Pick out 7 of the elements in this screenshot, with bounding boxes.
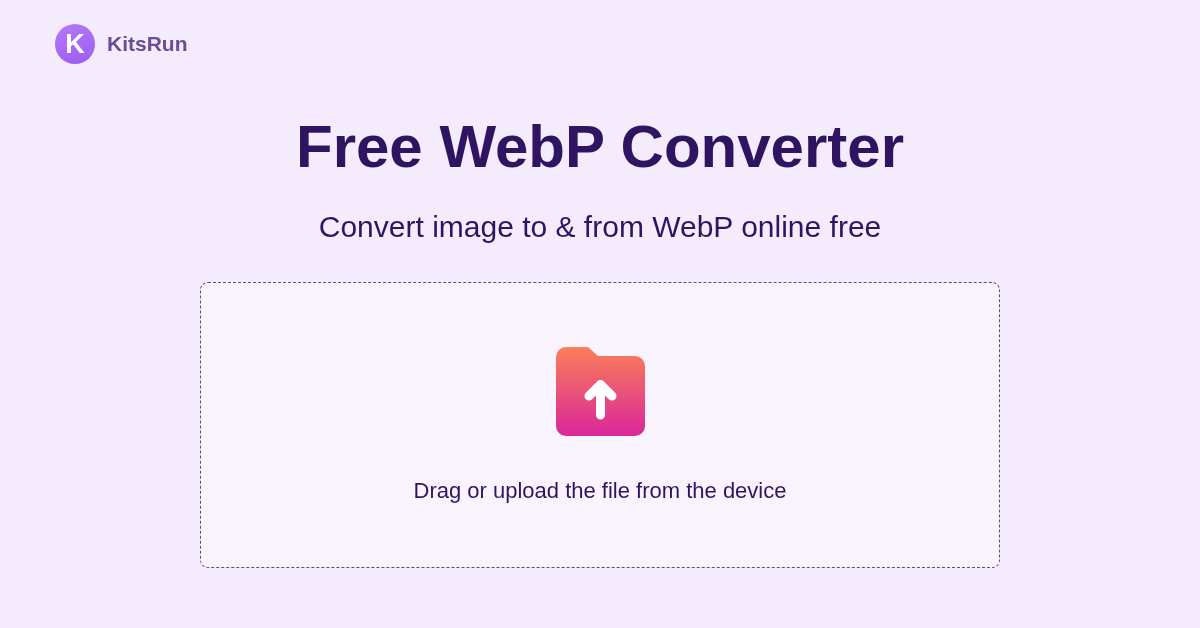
- brand-name: KitsRun: [107, 32, 188, 56]
- logo-icon: K: [55, 24, 95, 64]
- folder-upload-icon: [555, 347, 645, 436]
- upload-dropzone[interactable]: Drag or upload the file from the device: [200, 282, 1000, 568]
- page-subtitle: Convert image to & from WebP online free: [318, 209, 882, 245]
- page-title: Free WebP Converter: [296, 112, 904, 182]
- dropzone-hint: Drag or upload the file from the device: [413, 478, 787, 504]
